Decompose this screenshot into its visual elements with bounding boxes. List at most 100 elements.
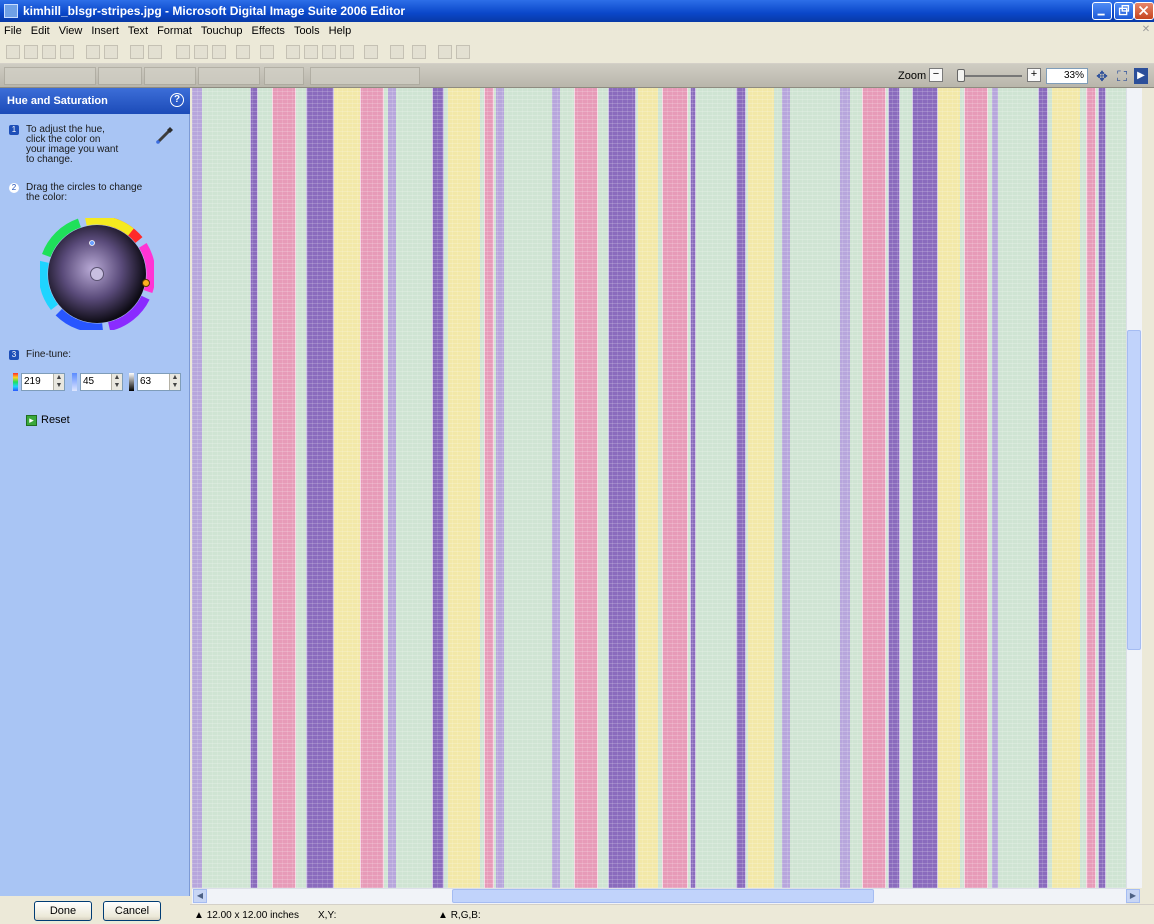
saturation-spinbox[interactable]: 45 ▲ ▼ <box>80 373 123 391</box>
flag-icon[interactable]: ▶ <box>1134 68 1148 84</box>
lightness-spinbox[interactable]: 63 ▲ ▼ <box>137 373 181 391</box>
layer-icon[interactable] <box>364 45 378 59</box>
stripe-pink <box>574 88 598 888</box>
stripe-green <box>698 88 732 888</box>
navigation-buttons[interactable] <box>264 67 304 85</box>
reset-button[interactable]: ▸ Reset <box>26 413 86 427</box>
step-3-label: Fine-tune: <box>26 349 72 360</box>
zoom-in-button[interactable]: + <box>1027 68 1041 82</box>
arrange-icon[interactable] <box>456 45 470 59</box>
stripe-yellow <box>938 88 960 888</box>
pane-footer <box>0 896 190 924</box>
stripe-purple <box>1038 88 1048 888</box>
stripe-yellow <box>334 88 360 888</box>
files-tab[interactable] <box>98 67 142 85</box>
rotate-left-icon[interactable] <box>286 45 300 59</box>
lightness-spin-arrows[interactable]: ▲ ▼ <box>169 374 180 390</box>
copy-icon[interactable] <box>194 45 208 59</box>
pane-title: Hue and Saturation <box>0 88 190 114</box>
menu-format[interactable]: Format <box>157 25 192 37</box>
stripe-lavender <box>388 88 396 888</box>
stripe-green <box>1004 88 1036 888</box>
sidebar-icon[interactable] <box>438 45 452 59</box>
scan-icon[interactable] <box>42 45 56 59</box>
stripe-pink <box>484 88 494 888</box>
hue-spin-arrows[interactable]: ▲ ▼ <box>53 374 64 390</box>
email-icon[interactable] <box>104 45 118 59</box>
zoom-input[interactable]: 33% <box>1046 68 1088 84</box>
step-2-text: Drag the circles to change the color: <box>26 182 143 203</box>
hue-handle[interactable] <box>142 279 150 287</box>
redo-icon[interactable] <box>148 45 162 59</box>
standard-toolbar <box>0 40 1154 64</box>
undo-icon[interactable] <box>130 45 144 59</box>
window-edge <box>1142 88 1154 904</box>
color-wheel[interactable] <box>40 218 154 330</box>
done-button[interactable]: Done <box>34 901 92 921</box>
text-icon[interactable] <box>236 45 250 59</box>
rotate-right-icon[interactable] <box>304 45 318 59</box>
menu-file[interactable]: File <box>4 25 22 37</box>
stripe-pink <box>862 88 886 888</box>
stack-tab[interactable] <box>144 67 196 85</box>
horizontal-scroll-thumb[interactable] <box>452 889 874 903</box>
image-size-indicator: ▲ 12.00 x 12.00 inches <box>194 910 299 921</box>
group-icon[interactable] <box>412 45 426 59</box>
saturation-handle[interactable] <box>90 267 104 281</box>
stripe-lavender <box>192 88 202 888</box>
eyedropper-icon[interactable] <box>152 122 178 148</box>
mode-tab[interactable] <box>198 67 260 85</box>
menu-help[interactable]: Help <box>329 25 352 37</box>
help-icon[interactable]: ? <box>170 93 184 107</box>
fit-icon[interactable]: ⛶ <box>1114 68 1130 84</box>
send-icon[interactable] <box>390 45 404 59</box>
stripe-lavender <box>496 88 504 888</box>
stripe-purple <box>432 88 444 888</box>
print-icon[interactable] <box>86 45 100 59</box>
minimize-icon <box>1097 13 1105 16</box>
zoom-out-button[interactable]: − <box>929 68 943 82</box>
lightness-value: 63 <box>140 376 152 387</box>
document-close-icon[interactable]: ✕ <box>1140 24 1152 36</box>
menu-bar: File Edit View Insert Text Format Touchu… <box>0 22 1154 40</box>
stripe-yellow <box>748 88 774 888</box>
stripe-yellow <box>448 88 480 888</box>
step-1-text: To adjust the hue, click the color on yo… <box>26 124 119 165</box>
menu-tools[interactable]: Tools <box>294 25 320 37</box>
menu-view[interactable]: View <box>59 25 83 37</box>
flip-icon[interactable] <box>322 45 336 59</box>
close-button[interactable] <box>1134 2 1154 20</box>
open-icon[interactable] <box>24 45 38 59</box>
reset-icon: ▸ <box>26 414 37 426</box>
crop-icon[interactable] <box>340 45 354 59</box>
menu-effects[interactable]: Effects <box>252 25 285 37</box>
menu-edit[interactable]: Edit <box>31 25 50 37</box>
cut-icon[interactable] <box>176 45 190 59</box>
save-icon[interactable] <box>60 45 74 59</box>
maximize-button[interactable] <box>1114 2 1134 20</box>
pan-icon[interactable]: ✥ <box>1094 68 1110 84</box>
new-icon[interactable] <box>6 45 20 59</box>
zoom-slider-thumb[interactable] <box>957 69 965 82</box>
minimize-button[interactable] <box>1092 2 1112 20</box>
stripe-pink <box>272 88 296 888</box>
cancel-button[interactable]: Cancel <box>103 901 161 921</box>
scroll-right-icon[interactable]: ▶ <box>1126 889 1140 903</box>
stripe-green <box>1110 88 1126 888</box>
stripe-purple <box>690 88 696 888</box>
menu-text[interactable]: Text <box>128 25 148 37</box>
saturation-spin-arrows[interactable]: ▲ ▼ <box>111 374 122 390</box>
selection-tools[interactable] <box>310 67 420 85</box>
image-canvas[interactable] <box>192 88 1126 888</box>
scroll-left-icon[interactable]: ◀ <box>193 889 207 903</box>
shape-icon[interactable] <box>260 45 274 59</box>
paste-icon[interactable] <box>212 45 226 59</box>
zoom-slider-track[interactable] <box>958 75 1022 77</box>
lightness-handle[interactable] <box>89 240 95 246</box>
task-pane-tab[interactable] <box>4 67 96 85</box>
hue-spinbox[interactable]: 219 ▲ ▼ <box>21 373 65 391</box>
vertical-scroll-thumb[interactable] <box>1127 330 1141 650</box>
stripe-purple <box>736 88 746 888</box>
menu-touchup[interactable]: Touchup <box>201 25 243 37</box>
menu-insert[interactable]: Insert <box>91 25 119 37</box>
